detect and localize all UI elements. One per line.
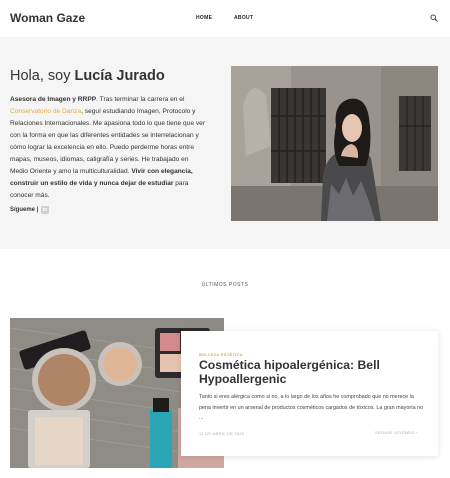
- follow-label: Sígueme |: [10, 207, 39, 213]
- post-date: 11 DE ABRIL DE 2022: [199, 431, 245, 436]
- site-logo[interactable]: Woman Gaze: [10, 11, 85, 25]
- post-card[interactable]: BELLEZA ESTÉTICA Cosmética hipoalergénic…: [181, 331, 438, 456]
- hero-section: Hola, soy Lucía Jurado Asesora de Imagen…: [0, 37, 450, 249]
- post-title[interactable]: Cosmética hipoalergénica: Bell Hypoaller…: [199, 358, 424, 386]
- latest-posts-heading: ÚLTIMOS POSTS: [201, 282, 249, 288]
- bio-role: Asesora de Imagen y RRPP: [10, 96, 97, 103]
- nav-home[interactable]: HOME: [196, 15, 212, 21]
- bio-text-1: . Tras terminar la carrera en el: [96, 96, 185, 103]
- bio-text-2: , seguí estudiando Imagen, Protocolo y R…: [10, 108, 206, 175]
- read-more-link[interactable]: SEGUIR LEYENDO ›: [375, 430, 418, 435]
- bio-link-conservatorio[interactable]: Conservatorio de Danza: [10, 108, 81, 115]
- portrait-photo: [231, 66, 438, 221]
- site-header: Woman Gaze HOME ABOUT: [0, 0, 450, 37]
- linkedin-icon[interactable]: in: [41, 206, 49, 214]
- hero-bio: Asesora de Imagen y RRPP. Tras terminar …: [10, 94, 205, 202]
- hero-greeting: Hola, soy: [10, 68, 71, 84]
- post-excerpt: Tanto si eres alérgica como si no, a lo …: [199, 394, 424, 421]
- hero-name: Lucía Jurado: [74, 68, 165, 84]
- post-category[interactable]: BELLEZA ESTÉTICA: [199, 352, 243, 357]
- nav-about[interactable]: ABOUT: [234, 15, 253, 21]
- search-icon[interactable]: [430, 14, 438, 22]
- hero-title: Hola, soy Lucía Jurado: [10, 68, 165, 84]
